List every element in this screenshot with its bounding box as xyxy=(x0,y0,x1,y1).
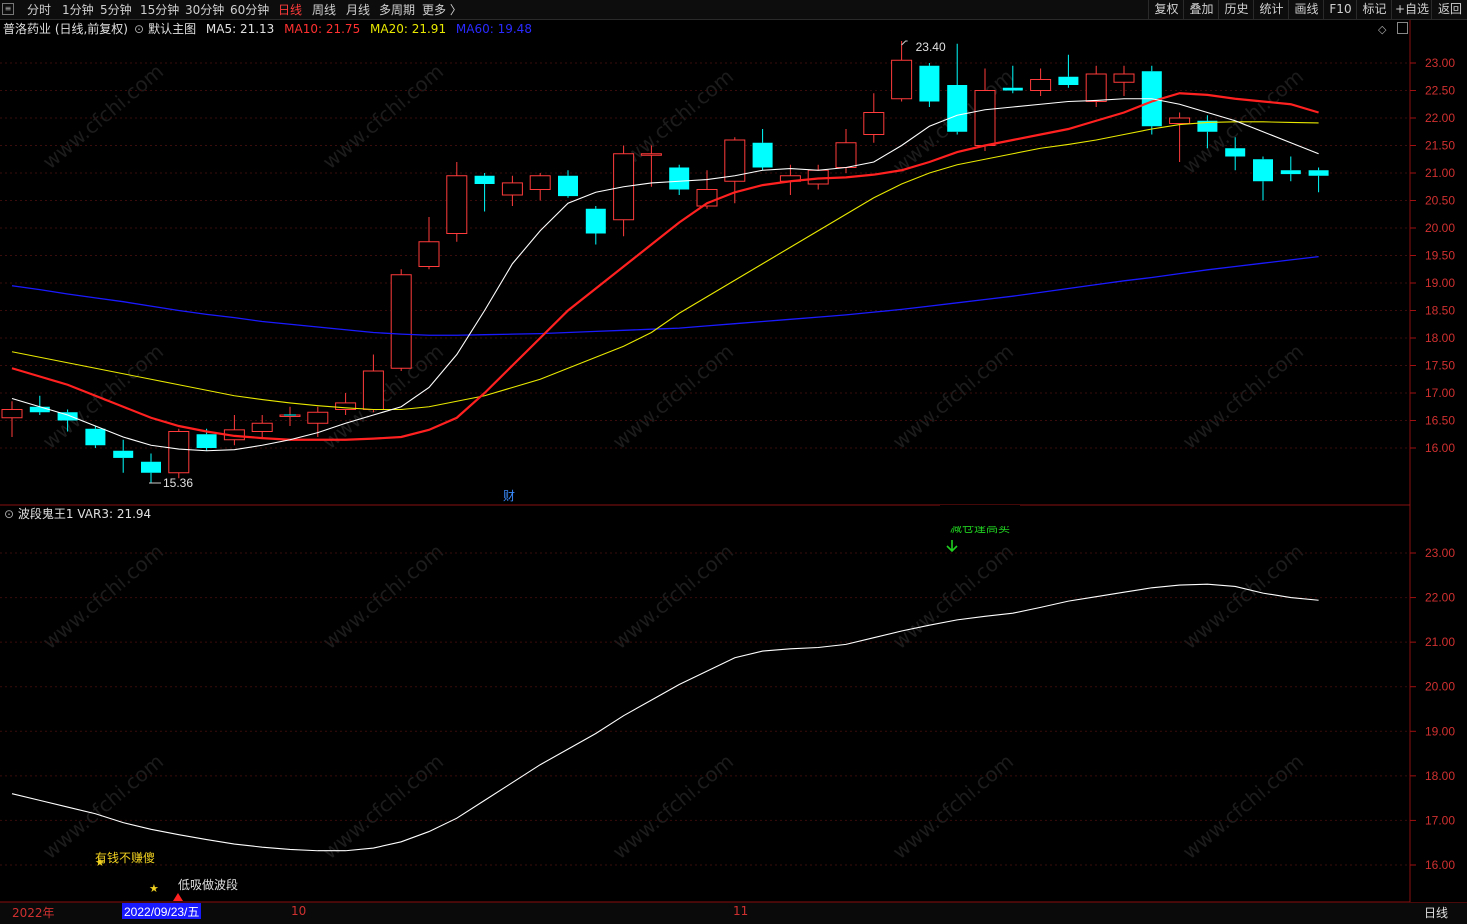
candle-body-down xyxy=(1225,148,1246,157)
buy-arrow-icon xyxy=(173,893,183,901)
candle-body-up xyxy=(168,431,190,474)
candle-body-up xyxy=(863,112,885,135)
watermark-text: www.cfchi.com xyxy=(318,749,448,864)
watermark-text: www.cfchi.com xyxy=(1178,339,1308,454)
candle-body-down xyxy=(752,142,773,168)
candle-body-down xyxy=(113,450,134,458)
candle-body-up xyxy=(1,409,23,419)
price-tick-label: 17.00 xyxy=(1425,386,1455,400)
watermark-text: www.cfchi.com xyxy=(38,749,168,864)
high-pointer xyxy=(901,40,908,46)
watermark-text: www.cfchi.com xyxy=(888,339,1018,454)
sub-gridlines xyxy=(0,552,1410,866)
indicator-tick-label: 19.00 xyxy=(1425,724,1455,738)
candle-body-up xyxy=(835,142,857,168)
price-tick-label: 20.00 xyxy=(1425,221,1455,235)
month-11-label: 11 xyxy=(733,904,749,918)
candle-body-up xyxy=(1030,79,1052,91)
indicator-tick-label: 18.00 xyxy=(1425,769,1455,783)
candle-body-up xyxy=(1085,73,1107,102)
price-ticks: 23.00 22.50 22.00 21.50 21.00 20.50 20.00 19.50… xyxy=(1410,56,1455,872)
watermark-text: www.cfchi.com xyxy=(888,749,1018,864)
candle-body-down xyxy=(947,85,968,132)
candle-body-up xyxy=(974,90,996,146)
finance-marker[interactable]: 财 xyxy=(503,489,515,503)
candle-body-down xyxy=(1308,170,1329,176)
candle-body-up xyxy=(501,182,523,196)
candle-body-down xyxy=(669,167,690,190)
watermark-text: www.cfchi.com xyxy=(1178,539,1308,654)
candle-body-up xyxy=(362,370,384,410)
indicator-tick-label: 20.00 xyxy=(1425,680,1455,694)
candle-body-down xyxy=(141,461,161,473)
year-label: 2022年 xyxy=(12,906,55,920)
watermark-text: www.cfchi.com xyxy=(1178,749,1308,864)
month-10-label: 10 xyxy=(291,904,307,918)
candle-body-down xyxy=(1253,159,1273,182)
candle-body-down xyxy=(1058,76,1079,85)
candle-body-up xyxy=(724,139,746,182)
candle-body-up xyxy=(1169,117,1191,124)
signal-clip-mask xyxy=(940,505,1020,526)
price-tick-label: 19.00 xyxy=(1425,276,1455,290)
indicator-tick-label: 22.00 xyxy=(1425,591,1455,605)
candle-body-up xyxy=(307,411,329,424)
indicator-tick-label: 21.00 xyxy=(1425,635,1455,649)
indicator-tick-label: 16.00 xyxy=(1425,858,1455,872)
price-tick-label: 18.50 xyxy=(1425,304,1455,318)
ma20-line xyxy=(11,121,1319,411)
watermark-text: www.cfchi.com xyxy=(38,539,168,654)
watermark-text: www.cfchi.com xyxy=(608,339,738,454)
price-tick-label: 22.00 xyxy=(1425,111,1455,125)
candle-body-down xyxy=(1002,87,1023,91)
candle-body-down xyxy=(29,406,50,413)
candle-body-down xyxy=(85,428,106,446)
price-tick-label: 21.50 xyxy=(1425,139,1455,153)
candle-body-up xyxy=(891,59,913,100)
period-indicator[interactable]: 日线 xyxy=(1424,904,1448,921)
candle-body-down xyxy=(919,65,940,102)
price-tick-label: 21.00 xyxy=(1425,166,1455,180)
candle-body-up xyxy=(418,241,440,267)
watermark-text: www.cfchi.com xyxy=(318,59,448,174)
candle-body-up xyxy=(446,175,468,234)
price-tick-label: 19.50 xyxy=(1425,249,1455,263)
price-tick-label: 16.50 xyxy=(1425,414,1455,428)
price-tick-label: 20.50 xyxy=(1425,194,1455,208)
high-price-label: 23.40 xyxy=(916,40,946,54)
star-icon: ★ xyxy=(149,882,159,895)
candle-body-down xyxy=(585,208,606,234)
kline-chart[interactable]: www.cfchi.com www.cfchi.com www.cfchi.com w… xyxy=(0,0,1467,923)
star-signal-label: 有钱不赚傻 xyxy=(95,850,155,865)
candle-body-down xyxy=(558,175,578,197)
annotations: 23.4015.36财减仓逢高卖★有钱不赚傻★ 低吸做波段 xyxy=(95,40,1020,901)
price-tick-label: 16.00 xyxy=(1425,441,1455,455)
price-tick-label: 23.00 xyxy=(1425,56,1455,70)
candle-body-down xyxy=(474,175,495,184)
candle-body-up xyxy=(1113,73,1135,83)
watermark-text: www.cfchi.com xyxy=(318,539,448,654)
candle-body-up xyxy=(640,153,662,156)
cursor-date: 2022/09/23/五 xyxy=(122,903,202,919)
watermark-text: www.cfchi.com xyxy=(888,539,1018,654)
price-tick-label: 22.50 xyxy=(1425,84,1455,98)
low-price-label: 15.36 xyxy=(163,476,193,490)
sell-arrow-icon xyxy=(946,540,958,553)
watermark-text: www.cfchi.com xyxy=(608,749,738,864)
candle-body-down xyxy=(1280,170,1301,175)
indicator-tick-label: 17.00 xyxy=(1425,813,1455,827)
buy-signal-label: 低吸做波段 xyxy=(178,877,238,892)
price-tick-label: 17.50 xyxy=(1425,359,1455,373)
time-axis: 2022年 2022/09/23/五 10 11 日线 xyxy=(0,902,1467,924)
candle-body-down xyxy=(196,434,217,448)
candle-body-up xyxy=(529,175,551,190)
watermark-text: www.cfchi.com xyxy=(608,539,738,654)
watermark-text: www.cfchi.com xyxy=(38,59,168,174)
price-tick-label: 18.00 xyxy=(1425,331,1455,345)
candle-body-up xyxy=(390,274,412,369)
indicator-tick-label: 23.00 xyxy=(1425,546,1455,560)
candle-body-up xyxy=(251,422,273,432)
